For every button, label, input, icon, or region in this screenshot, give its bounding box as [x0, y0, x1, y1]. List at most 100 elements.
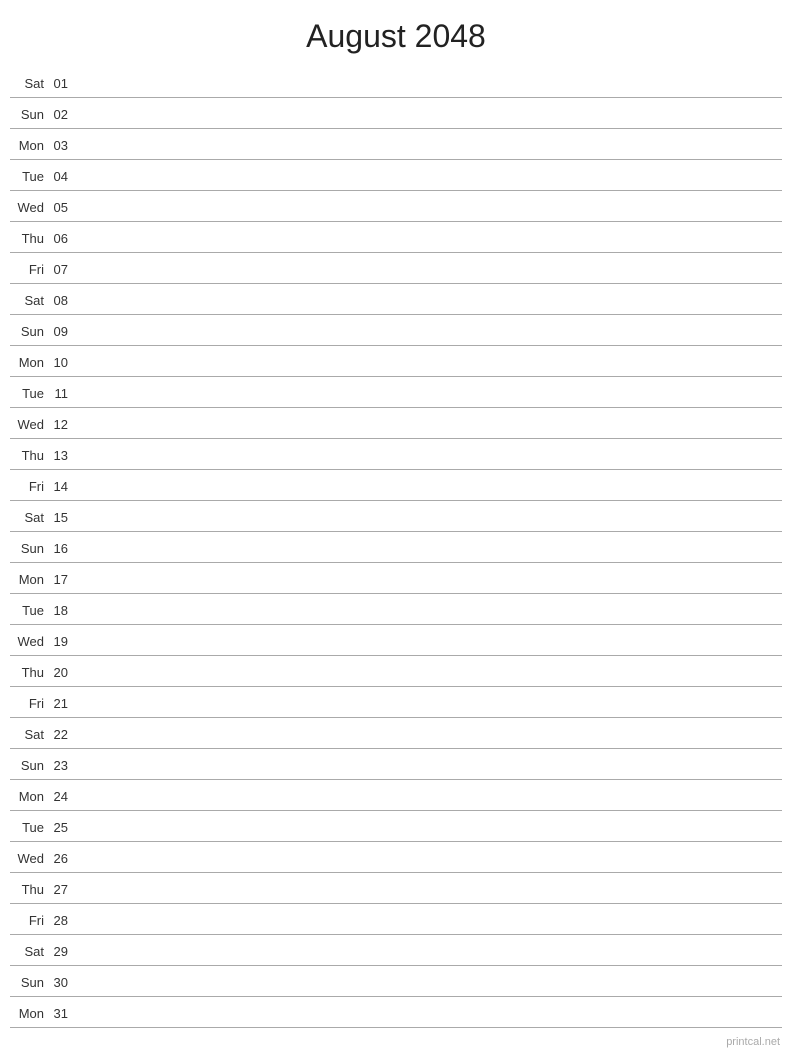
day-row: Wed12 — [10, 408, 782, 439]
day-line — [76, 641, 782, 642]
day-row: Thu20 — [10, 656, 782, 687]
day-number: 05 — [48, 200, 76, 215]
day-row: Mon03 — [10, 129, 782, 160]
day-row: Mon24 — [10, 780, 782, 811]
day-row: Wed19 — [10, 625, 782, 656]
day-number: 16 — [48, 541, 76, 556]
day-row: Thu13 — [10, 439, 782, 470]
day-number: 14 — [48, 479, 76, 494]
day-row: Wed05 — [10, 191, 782, 222]
day-number: 26 — [48, 851, 76, 866]
day-number: 10 — [48, 355, 76, 370]
day-name: Sat — [10, 944, 48, 959]
day-number: 04 — [48, 169, 76, 184]
day-name: Fri — [10, 479, 48, 494]
day-line — [76, 982, 782, 983]
day-row: Sat22 — [10, 718, 782, 749]
day-line — [76, 765, 782, 766]
day-name: Mon — [10, 789, 48, 804]
day-number: 01 — [48, 76, 76, 91]
day-name: Sun — [10, 541, 48, 556]
day-line — [76, 424, 782, 425]
day-name: Thu — [10, 882, 48, 897]
day-row: Sun02 — [10, 98, 782, 129]
day-row: Fri21 — [10, 687, 782, 718]
day-name: Tue — [10, 169, 48, 184]
day-row: Wed26 — [10, 842, 782, 873]
day-line — [76, 300, 782, 301]
day-line — [76, 114, 782, 115]
day-number: 17 — [48, 572, 76, 587]
day-name: Mon — [10, 138, 48, 153]
day-number: 15 — [48, 510, 76, 525]
day-number: 09 — [48, 324, 76, 339]
day-name: Thu — [10, 231, 48, 246]
day-name: Sun — [10, 107, 48, 122]
day-line — [76, 207, 782, 208]
day-row: Tue11 — [10, 377, 782, 408]
day-name: Mon — [10, 1006, 48, 1021]
day-name: Thu — [10, 448, 48, 463]
day-number: 24 — [48, 789, 76, 804]
day-number: 28 — [48, 913, 76, 928]
day-name: Fri — [10, 262, 48, 277]
day-line — [76, 920, 782, 921]
day-name: Fri — [10, 696, 48, 711]
day-number: 29 — [48, 944, 76, 959]
day-number: 06 — [48, 231, 76, 246]
day-row: Sun30 — [10, 966, 782, 997]
day-name: Sat — [10, 510, 48, 525]
day-line — [76, 517, 782, 518]
day-line — [76, 393, 782, 394]
day-row: Tue25 — [10, 811, 782, 842]
day-name: Sun — [10, 758, 48, 773]
day-name: Sun — [10, 975, 48, 990]
day-number: 23 — [48, 758, 76, 773]
day-row: Sat08 — [10, 284, 782, 315]
day-number: 25 — [48, 820, 76, 835]
day-number: 21 — [48, 696, 76, 711]
day-row: Sat01 — [10, 67, 782, 98]
day-row: Mon10 — [10, 346, 782, 377]
day-number: 11 — [48, 386, 76, 401]
day-name: Sun — [10, 324, 48, 339]
day-number: 18 — [48, 603, 76, 618]
day-line — [76, 269, 782, 270]
day-line — [76, 83, 782, 84]
day-name: Mon — [10, 572, 48, 587]
day-name: Tue — [10, 603, 48, 618]
day-line — [76, 672, 782, 673]
day-line — [76, 796, 782, 797]
day-name: Fri — [10, 913, 48, 928]
day-line — [76, 548, 782, 549]
day-number: 02 — [48, 107, 76, 122]
day-row: Tue18 — [10, 594, 782, 625]
day-name: Thu — [10, 665, 48, 680]
day-number: 13 — [48, 448, 76, 463]
day-row: Sun23 — [10, 749, 782, 780]
day-line — [76, 238, 782, 239]
day-name: Sat — [10, 727, 48, 742]
day-line — [76, 331, 782, 332]
day-number: 22 — [48, 727, 76, 742]
day-number: 19 — [48, 634, 76, 649]
day-number: 08 — [48, 293, 76, 308]
day-number: 31 — [48, 1006, 76, 1021]
day-name: Wed — [10, 417, 48, 432]
day-row: Sun09 — [10, 315, 782, 346]
day-row: Thu06 — [10, 222, 782, 253]
day-line — [76, 579, 782, 580]
day-number: 12 — [48, 417, 76, 432]
day-row: Sun16 — [10, 532, 782, 563]
day-row: Mon31 — [10, 997, 782, 1028]
day-line — [76, 858, 782, 859]
day-number: 03 — [48, 138, 76, 153]
day-name: Wed — [10, 200, 48, 215]
day-line — [76, 951, 782, 952]
day-row: Mon17 — [10, 563, 782, 594]
day-row: Tue04 — [10, 160, 782, 191]
day-name: Mon — [10, 355, 48, 370]
day-line — [76, 610, 782, 611]
day-line — [76, 734, 782, 735]
day-line — [76, 827, 782, 828]
